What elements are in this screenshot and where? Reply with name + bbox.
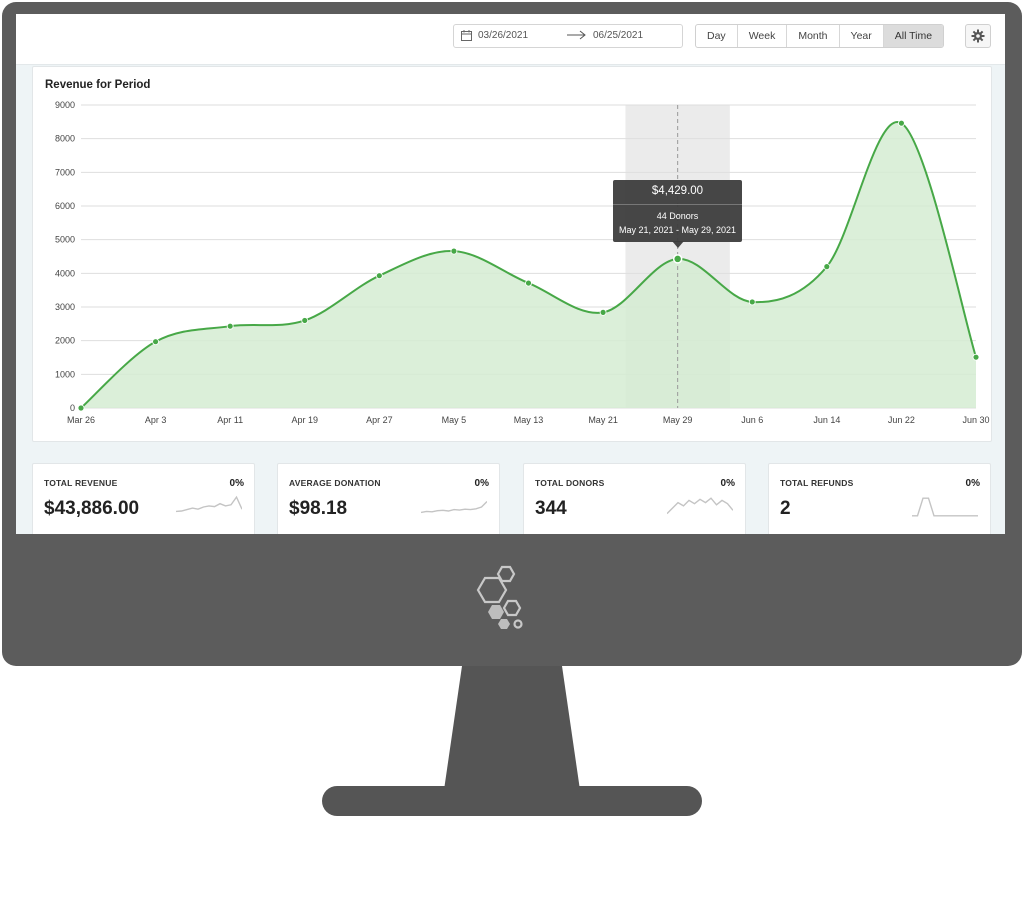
dashboard-screen: 03/26/2021 06/25/2021 Day Week Month Yea…	[16, 14, 1005, 534]
y-tick-label: 5000	[55, 235, 75, 245]
data-point[interactable]	[301, 317, 309, 324]
tooltip-dates: May 21, 2021 - May 29, 2021	[618, 225, 737, 235]
chart-title: Revenue for Period	[45, 79, 151, 91]
stat-percent: 0%	[965, 478, 980, 489]
stat-value: 344	[535, 498, 567, 519]
stat-value: $43,886.00	[44, 498, 140, 519]
gear-icon	[971, 29, 985, 43]
x-tick-label: Jun 30	[962, 415, 989, 425]
date-range-picker[interactable]: 03/26/2021 06/25/2021	[453, 24, 683, 48]
y-tick-label: 0	[70, 403, 75, 413]
period-month-button[interactable]: Month	[787, 25, 840, 47]
y-tick-label: 4000	[55, 268, 75, 278]
x-tick-label: May 29	[663, 415, 693, 425]
y-tick-label: 2000	[55, 336, 75, 346]
tooltip-divider	[613, 204, 742, 205]
sparkline-path	[912, 497, 978, 517]
stat-percent: 0%	[720, 478, 735, 489]
y-tick-label: 8000	[55, 134, 75, 144]
stat-card-total-donors[interactable]: TOTAL DONORS 0% 344	[523, 463, 746, 534]
data-point[interactable]	[375, 272, 383, 280]
period-day-button[interactable]: Day	[696, 25, 738, 47]
period-selector: Day Week Month Year All Time	[695, 24, 945, 48]
stat-label: TOTAL REFUNDS	[780, 478, 854, 488]
data-point[interactable]	[599, 308, 607, 316]
stat-label: TOTAL DONORS	[535, 478, 605, 488]
x-tick-label: May 5	[442, 415, 467, 425]
tooltip-caret	[672, 241, 684, 248]
x-tick-label: Jun 22	[888, 415, 915, 425]
x-tick-label: Apr 3	[145, 415, 167, 425]
sparkline-path	[667, 497, 733, 515]
data-point[interactable]	[450, 247, 458, 255]
y-tick-label: 3000	[55, 302, 75, 312]
y-tick-label: 9000	[55, 100, 75, 110]
revenue-area	[81, 121, 976, 408]
x-tick-label: Apr 27	[366, 415, 393, 425]
data-point[interactable]	[748, 298, 756, 306]
date-start[interactable]: 03/26/2021	[478, 30, 528, 41]
x-tick-label: Jun 6	[741, 415, 763, 425]
sparkline-path	[421, 501, 487, 514]
tooltip-donors: 44 Donors	[656, 211, 699, 221]
period-year-button[interactable]: Year	[840, 25, 884, 47]
period-week-button[interactable]: Week	[738, 25, 788, 47]
sparkline-path	[176, 495, 242, 513]
tooltip-amount: $4,429.00	[651, 185, 704, 197]
y-tick-label: 6000	[55, 201, 75, 211]
chart-tooltip: $4,429.00 44 Donors May 21, 2021 - May 2…	[613, 180, 742, 248]
stat-card-total-revenue[interactable]: TOTAL REVENUE 0% $43,886.00	[32, 463, 255, 534]
data-point[interactable]	[672, 254, 683, 264]
stat-card-total-refunds[interactable]: TOTAL REFUNDS 0% 2	[768, 463, 991, 534]
sparkline	[176, 495, 242, 513]
arrow-right-icon	[567, 30, 586, 40]
data-point[interactable]	[898, 119, 905, 127]
stat-percent: 0%	[474, 478, 489, 489]
x-tick-label: May 13	[514, 415, 544, 425]
data-point[interactable]	[972, 353, 980, 361]
y-tick-label: 1000	[55, 369, 75, 379]
sparkline	[421, 501, 487, 514]
toolbar: 03/26/2021 06/25/2021 Day Week Month Yea…	[16, 14, 1005, 65]
stat-card-average-donation[interactable]: AVERAGE DONATION 0% $98.18	[277, 463, 500, 534]
data-point[interactable]	[226, 322, 234, 330]
data-point[interactable]	[77, 404, 85, 412]
stat-label: AVERAGE DONATION	[289, 478, 381, 488]
data-point[interactable]	[823, 263, 831, 271]
date-end[interactable]: 06/25/2021	[593, 30, 643, 41]
revenue-chart: 0 1000 2000 3000 4000 5000 6000 7000 8000 9000 Mar…	[55, 100, 990, 425]
stat-value: 2	[780, 498, 791, 519]
stat-label: TOTAL REVENUE	[44, 478, 118, 488]
x-tick-label: Apr 19	[291, 415, 318, 425]
x-tick-label: Jun 14	[813, 415, 840, 425]
monitor-stand-base	[322, 786, 702, 816]
x-tick-label: Apr 11	[217, 415, 243, 425]
revenue-chart-card: 0 1000 2000 3000 4000 5000 6000 7000 8000 9000 Mar…	[32, 66, 992, 442]
data-point[interactable]	[152, 338, 159, 346]
period-all-time-button[interactable]: All Time	[883, 25, 944, 47]
hexagon-logo	[476, 565, 523, 629]
calendar-icon	[461, 30, 472, 41]
data-point[interactable]	[525, 279, 532, 287]
stat-value: $98.18	[289, 498, 348, 519]
x-tick-label: May 21	[588, 415, 618, 425]
x-tick-label: Mar 26	[67, 415, 95, 425]
sparkline	[667, 497, 733, 515]
sparkline	[912, 497, 978, 517]
y-tick-label: 7000	[55, 167, 75, 177]
stat-percent: 0%	[229, 478, 244, 489]
settings-button[interactable]	[965, 24, 991, 48]
